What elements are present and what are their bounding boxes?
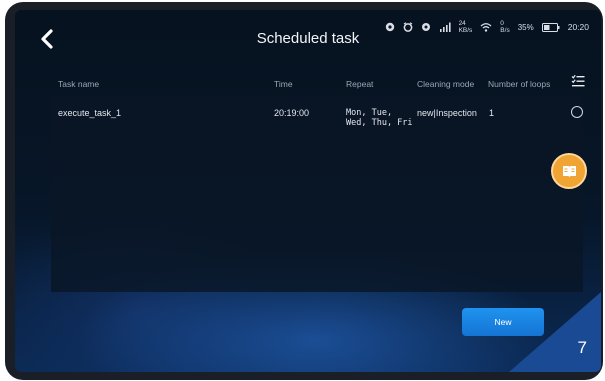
repeat-line-2: Wed, Thu, Fri: [346, 118, 413, 128]
battery-icon: [541, 22, 560, 32]
task-table: execute_task_1 20:19:00 Mon, Tue, Wed, T…: [51, 96, 583, 292]
loops-cell: 1: [489, 108, 495, 118]
row-select-radio[interactable]: [571, 106, 583, 118]
column-header-number-of-loops: Number of loops: [488, 79, 551, 89]
column-header-repeat: Repeat: [346, 79, 374, 89]
settings-icon: [421, 23, 430, 31]
table-row[interactable]: execute_task_1 20:19:00 Mon, Tue, Wed, T…: [51, 96, 583, 132]
checklist-icon[interactable]: [571, 74, 585, 88]
status-time: 20:20: [567, 22, 589, 32]
column-header-time: Time: [274, 79, 293, 89]
manual-button[interactable]: [551, 153, 587, 189]
battery-percent: 35%: [517, 22, 534, 32]
column-header-cleaning-mode: Cleaning mode: [417, 79, 475, 89]
wifi-speed: 0 B/s: [500, 20, 510, 34]
app-screen: Scheduled task 24 KB/s 0 B/s 35% 20:20 T…: [15, 10, 601, 372]
book-icon: [563, 166, 576, 177]
network-speed: 24 KB/s: [458, 20, 473, 34]
page-number: 7: [577, 338, 587, 357]
record-icon: [385, 22, 394, 32]
wifi-icon: [480, 23, 492, 32]
task-name-cell: execute_task_1: [58, 108, 122, 118]
alarm-icon: [403, 22, 412, 32]
repeat-cell: Mon, Tue, Wed, Thu, Fri: [346, 108, 413, 128]
status-bar: 24 KB/s 0 B/s 35% 20:20: [385, 19, 589, 35]
column-header-task-name: Task name: [58, 79, 100, 89]
signal-icon: [439, 22, 451, 32]
device-frame: Scheduled task 24 KB/s 0 B/s 35% 20:20 T…: [5, 2, 603, 380]
time-cell: 20:19:00: [274, 108, 310, 118]
cleaning-mode-cell: new|Inspection: [417, 108, 477, 118]
corner-decoration: [509, 292, 601, 372]
repeat-line-1: Mon, Tue,: [346, 108, 393, 118]
